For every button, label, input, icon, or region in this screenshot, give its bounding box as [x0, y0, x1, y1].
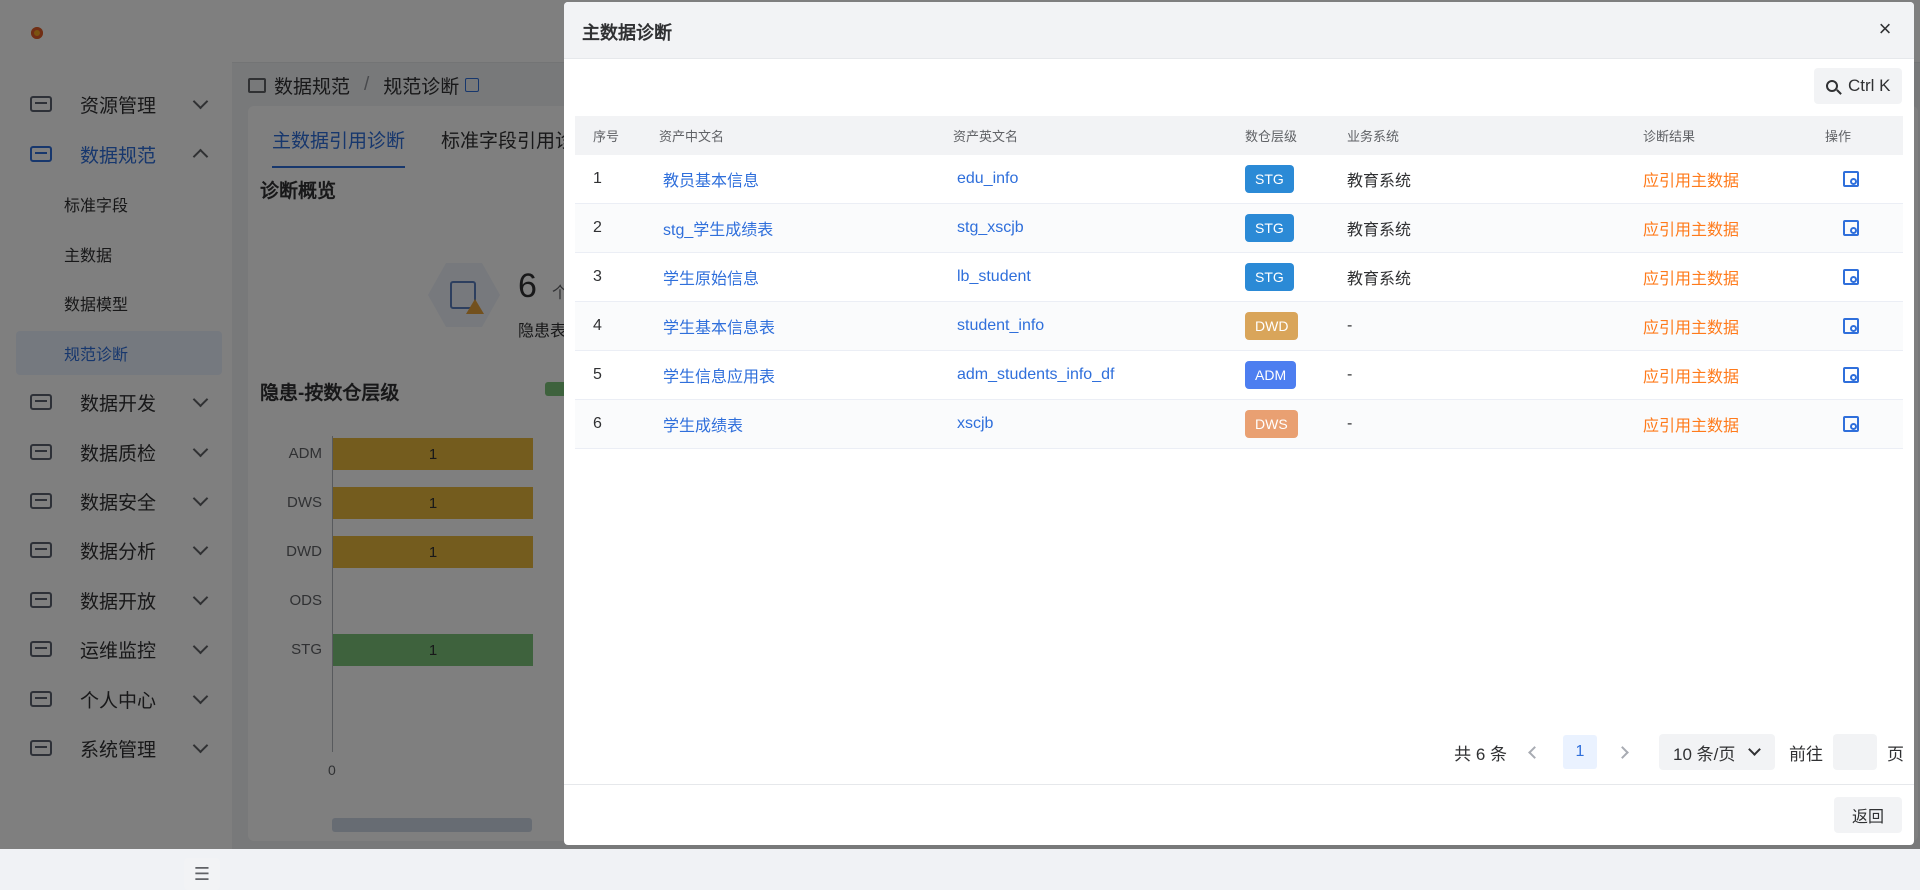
- asset-cn-name-link[interactable]: 学生信息应用表: [663, 369, 775, 386]
- diagnosis-result: 应引用主数据: [1643, 418, 1740, 435]
- row-index: 5: [593, 366, 602, 383]
- page-number[interactable]: 1: [1563, 735, 1597, 769]
- level-badge: ADM: [1245, 361, 1297, 389]
- view-detail-icon[interactable]: [1843, 367, 1859, 383]
- col-cn-name: 资产中文名: [659, 129, 725, 144]
- view-detail-icon[interactable]: [1843, 171, 1859, 187]
- business-system: -: [1347, 366, 1353, 383]
- business-system: -: [1347, 415, 1353, 432]
- col-action: 操作: [1825, 129, 1852, 144]
- asset-en-name-link[interactable]: student_info: [957, 317, 1044, 334]
- row-index: 3: [593, 268, 602, 285]
- business-system: 教育系统: [1347, 173, 1412, 190]
- goto-suffix: 页: [1887, 744, 1904, 764]
- asset-cn-name-link[interactable]: 教员基本信息: [663, 173, 759, 190]
- asset-en-name-link[interactable]: stg_xscjb: [957, 219, 1024, 236]
- chevron-down-icon: [1748, 743, 1761, 756]
- level-badge: DWS: [1245, 410, 1298, 438]
- diagnosis-result: 应引用主数据: [1643, 369, 1740, 386]
- menu-fold-icon: ☰: [193, 863, 211, 884]
- close-button[interactable]: ×: [1872, 16, 1898, 42]
- col-index: 序号: [593, 129, 620, 144]
- business-system: 教育系统: [1347, 271, 1412, 288]
- table-row: 1 教员基本信息 edu_info STG 教育系统 应引用主数据: [575, 155, 1903, 204]
- asset-en-name-link[interactable]: xscjb: [957, 415, 993, 432]
- table-row: 5 学生信息应用表 adm_students_info_df ADM - 应引用主数据: [575, 351, 1903, 400]
- search-shortcut-label: Ctrl K: [1848, 76, 1891, 95]
- asset-en-name-link[interactable]: lb_student: [957, 268, 1031, 285]
- asset-cn-name-link[interactable]: 学生原始信息: [663, 271, 759, 288]
- col-system: 业务系统: [1347, 129, 1400, 144]
- view-detail-icon[interactable]: [1843, 318, 1859, 334]
- level-badge: DWD: [1245, 312, 1299, 340]
- asset-cn-name-link[interactable]: 学生成绩表: [663, 418, 743, 435]
- level-badge: STG: [1245, 214, 1294, 242]
- col-result: 诊断结果: [1643, 129, 1696, 144]
- table-header: 序号 资产中文名 资产英文名 数仓层级 业务系统 诊断结果 操作: [575, 116, 1903, 155]
- asset-en-name-link[interactable]: edu_info: [957, 170, 1018, 187]
- drawer-title: 主数据诊断: [582, 23, 672, 43]
- drawer-footer: 返回: [564, 784, 1914, 846]
- page-size-value: 10 条/页: [1673, 744, 1736, 764]
- diagnosis-table: 序号 资产中文名 资产英文名 数仓层级 业务系统 诊断结果 操作 1 教员基本信息…: [575, 116, 1903, 449]
- asset-cn-name-link[interactable]: stg_学生成绩表: [663, 222, 773, 239]
- row-index: 6: [593, 415, 602, 432]
- diagnosis-result: 应引用主数据: [1643, 271, 1740, 288]
- row-index: 1: [593, 170, 602, 187]
- collapse-sidebar-button[interactable]: ☰: [184, 858, 220, 890]
- goto-page-input[interactable]: [1833, 734, 1877, 770]
- table-row: 4 学生基本信息表 student_info DWD - 应引用主数据: [575, 302, 1903, 351]
- col-level: 数仓层级: [1245, 129, 1298, 144]
- asset-en-name-link[interactable]: adm_students_info_df: [957, 366, 1114, 383]
- goto-prefix: 前往: [1789, 744, 1823, 764]
- page-size-select[interactable]: 10 条/页: [1659, 734, 1775, 770]
- view-detail-icon[interactable]: [1843, 269, 1859, 285]
- pagination: 共 6 条 1 10 条/页 前往 页: [1454, 734, 1904, 770]
- master-data-diagnosis-drawer: 主数据诊断 × Ctrl K 序号 资产中文名 资产英文名 数仓层级 业务系统 …: [564, 2, 1914, 845]
- row-index: 4: [593, 317, 602, 334]
- table-row: 2 stg_学生成绩表 stg_xscjb STG 教育系统 应引用主数据: [575, 204, 1903, 253]
- asset-cn-name-link[interactable]: 学生基本信息表: [663, 320, 775, 337]
- search-button[interactable]: Ctrl K: [1814, 68, 1902, 104]
- prev-page-icon[interactable]: [1525, 742, 1545, 762]
- total-count: 共 6 条: [1454, 744, 1507, 764]
- diagnosis-result: 应引用主数据: [1643, 222, 1740, 239]
- view-detail-icon[interactable]: [1843, 416, 1859, 432]
- business-system: -: [1347, 317, 1353, 334]
- level-badge: STG: [1245, 263, 1294, 291]
- level-badge: STG: [1245, 165, 1294, 193]
- diagnosis-result: 应引用主数据: [1643, 173, 1740, 190]
- next-page-icon[interactable]: [1615, 742, 1635, 762]
- table-row: 3 学生原始信息 lb_student STG 教育系统 应引用主数据: [575, 253, 1903, 302]
- view-detail-icon[interactable]: [1843, 220, 1859, 236]
- search-icon: [1826, 80, 1838, 92]
- table-body: 1 教员基本信息 edu_info STG 教育系统 应引用主数据 2 stg_学生成绩表 st…: [575, 155, 1903, 449]
- col-en-name: 资产英文名: [953, 129, 1019, 144]
- back-button[interactable]: 返回: [1834, 797, 1902, 833]
- row-index: 2: [593, 219, 602, 236]
- drawer-header: 主数据诊断 ×: [564, 2, 1914, 59]
- business-system: 教育系统: [1347, 222, 1412, 239]
- diagnosis-result: 应引用主数据: [1643, 320, 1740, 337]
- table-row: 6 学生成绩表 xscjb DWS - 应引用主数据: [575, 400, 1903, 449]
